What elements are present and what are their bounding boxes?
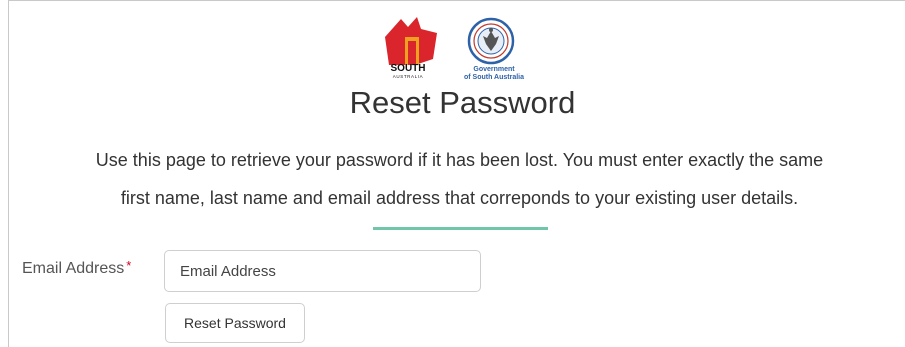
intro-line-1: Use this page to retrieve your password … [95,150,824,170]
section-divider [373,227,548,230]
government-crest-icon [467,17,515,65]
intro-line-2: first name, last name and email address … [120,188,799,208]
gov-logo-line2: of South Australia [463,74,525,81]
intro-text: Use this page to retrieve your password … [14,141,905,217]
sa-logo-subtext: AUSTRALIA [392,74,424,79]
header-logos: SOUTH AUSTRALIA Government of South Aust… [0,0,905,86]
email-label-text: Email Address [22,260,125,277]
reset-password-button[interactable]: Reset Password [165,303,305,343]
government-logo-text: Government of South Australia [453,66,535,82]
email-input[interactable] [164,250,481,292]
email-label: Email Address * [22,258,132,278]
gov-logo-line1: Government [473,66,515,73]
sa-logo-text: SOUTH [390,63,426,74]
required-marker: * [126,258,132,273]
page-title: Reset Password [349,85,576,120]
